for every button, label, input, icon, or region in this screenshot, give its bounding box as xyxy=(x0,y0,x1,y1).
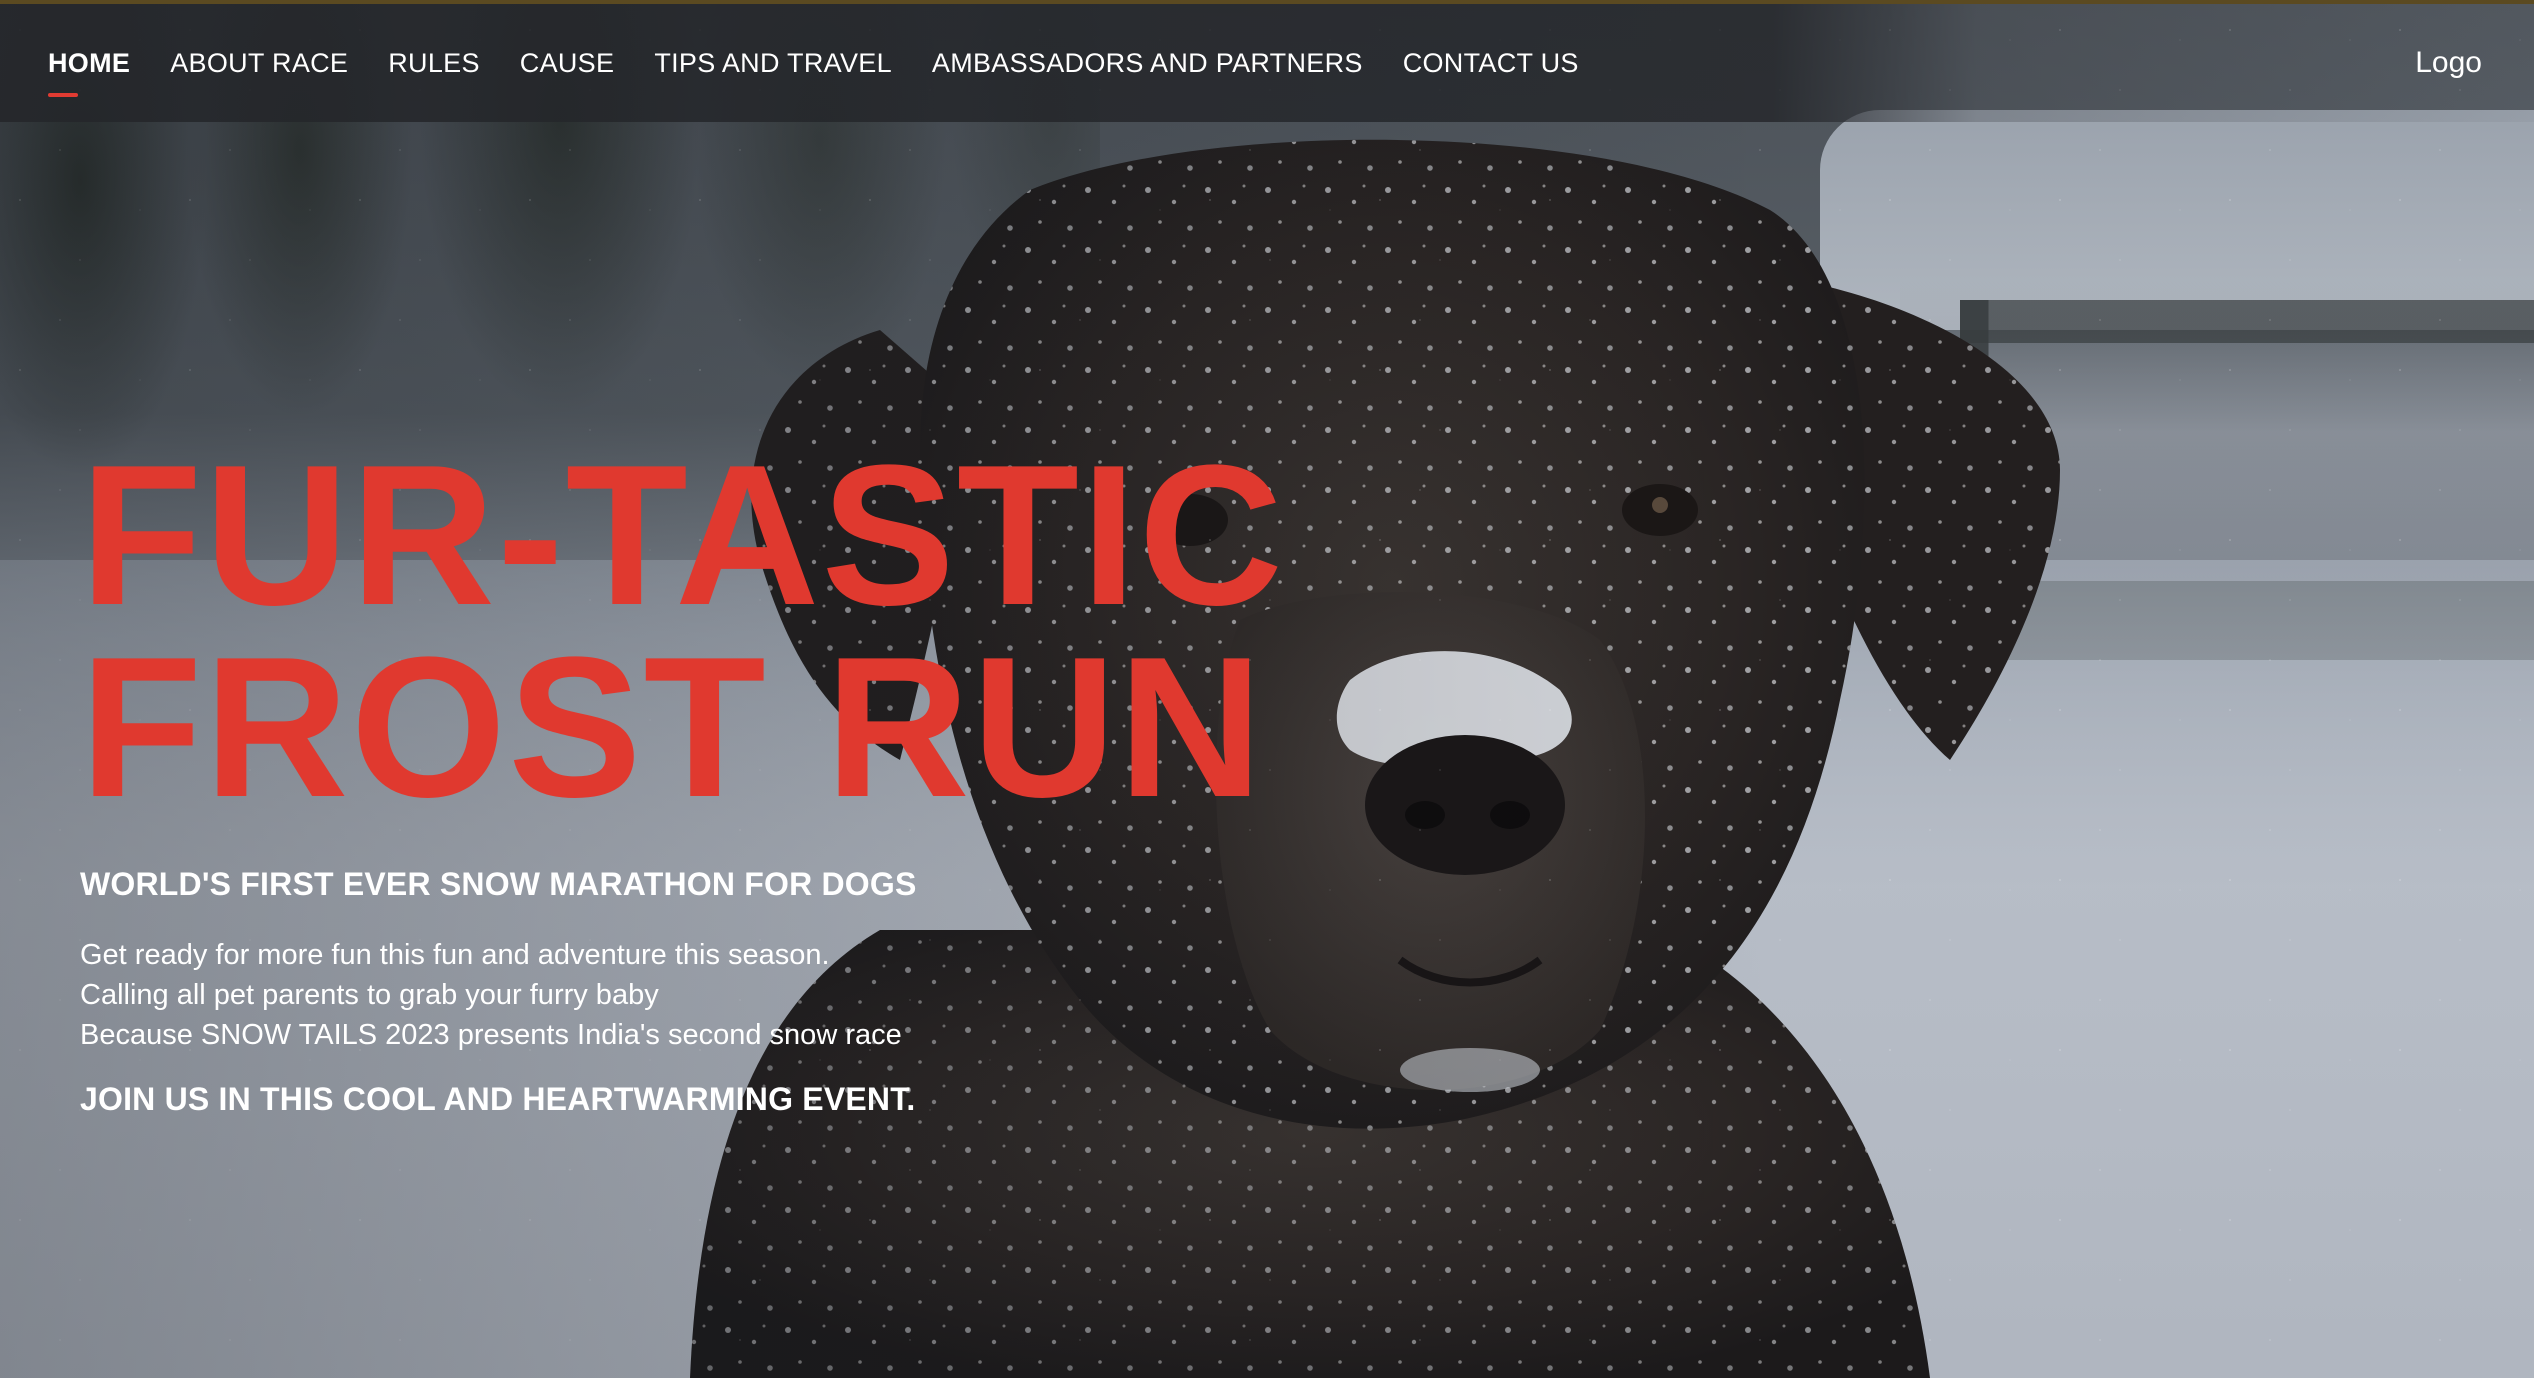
hero-description-line-1: Get ready for more fun this fun and adve… xyxy=(80,939,830,971)
hero-description-line-2: Calling all pet parents to grab your fur… xyxy=(80,979,659,1011)
nav-item-cause[interactable]: CAUSE xyxy=(520,48,615,79)
hero-headline-line-2: FROST RUN xyxy=(80,616,1265,839)
hero-subheading: WORLD'S FIRST EVER SNOW MARATHON FOR DOG… xyxy=(80,866,917,902)
nav-item-ambassadors-and-partners[interactable]: AMBASSADORS AND PARTNERS xyxy=(932,48,1363,79)
top-border xyxy=(0,0,2534,4)
hero-headline-line-1: FUR-TASTIC xyxy=(80,424,1285,647)
nav-item-about-race[interactable]: ABOUT RACE xyxy=(170,48,348,79)
site-logo[interactable]: Logo xyxy=(2415,4,2482,122)
nav-item-home[interactable]: HOME xyxy=(48,48,130,97)
nav-menu: HOME ABOUT RACE RULES CAUSE TIPS AND TRA… xyxy=(48,4,1619,122)
hero-call-to-action: JOIN US IN THIS COOL AND HEARTWARMING EV… xyxy=(80,1081,916,1117)
nav-item-contact-us[interactable]: CONTACT US xyxy=(1403,48,1579,79)
top-navbar: HOME ABOUT RACE RULES CAUSE TIPS AND TRA… xyxy=(0,4,2534,122)
hero-description-line-3: Because SNOW TAILS 2023 presents India's… xyxy=(80,1019,902,1051)
nav-item-tips-and-travel[interactable]: TIPS AND TRAVEL xyxy=(654,48,892,79)
hero-description: Get ready for more fun this fun and adve… xyxy=(80,935,1380,1055)
hero-section: FUR-TASTIC FROST RUN WORLD'S FIRST EVER … xyxy=(80,424,1380,1118)
landing-page: HOME ABOUT RACE RULES CAUSE TIPS AND TRA… xyxy=(0,0,2534,1378)
nav-item-rules[interactable]: RULES xyxy=(388,48,480,79)
hero-headline: FUR-TASTIC FROST RUN xyxy=(80,424,1380,839)
